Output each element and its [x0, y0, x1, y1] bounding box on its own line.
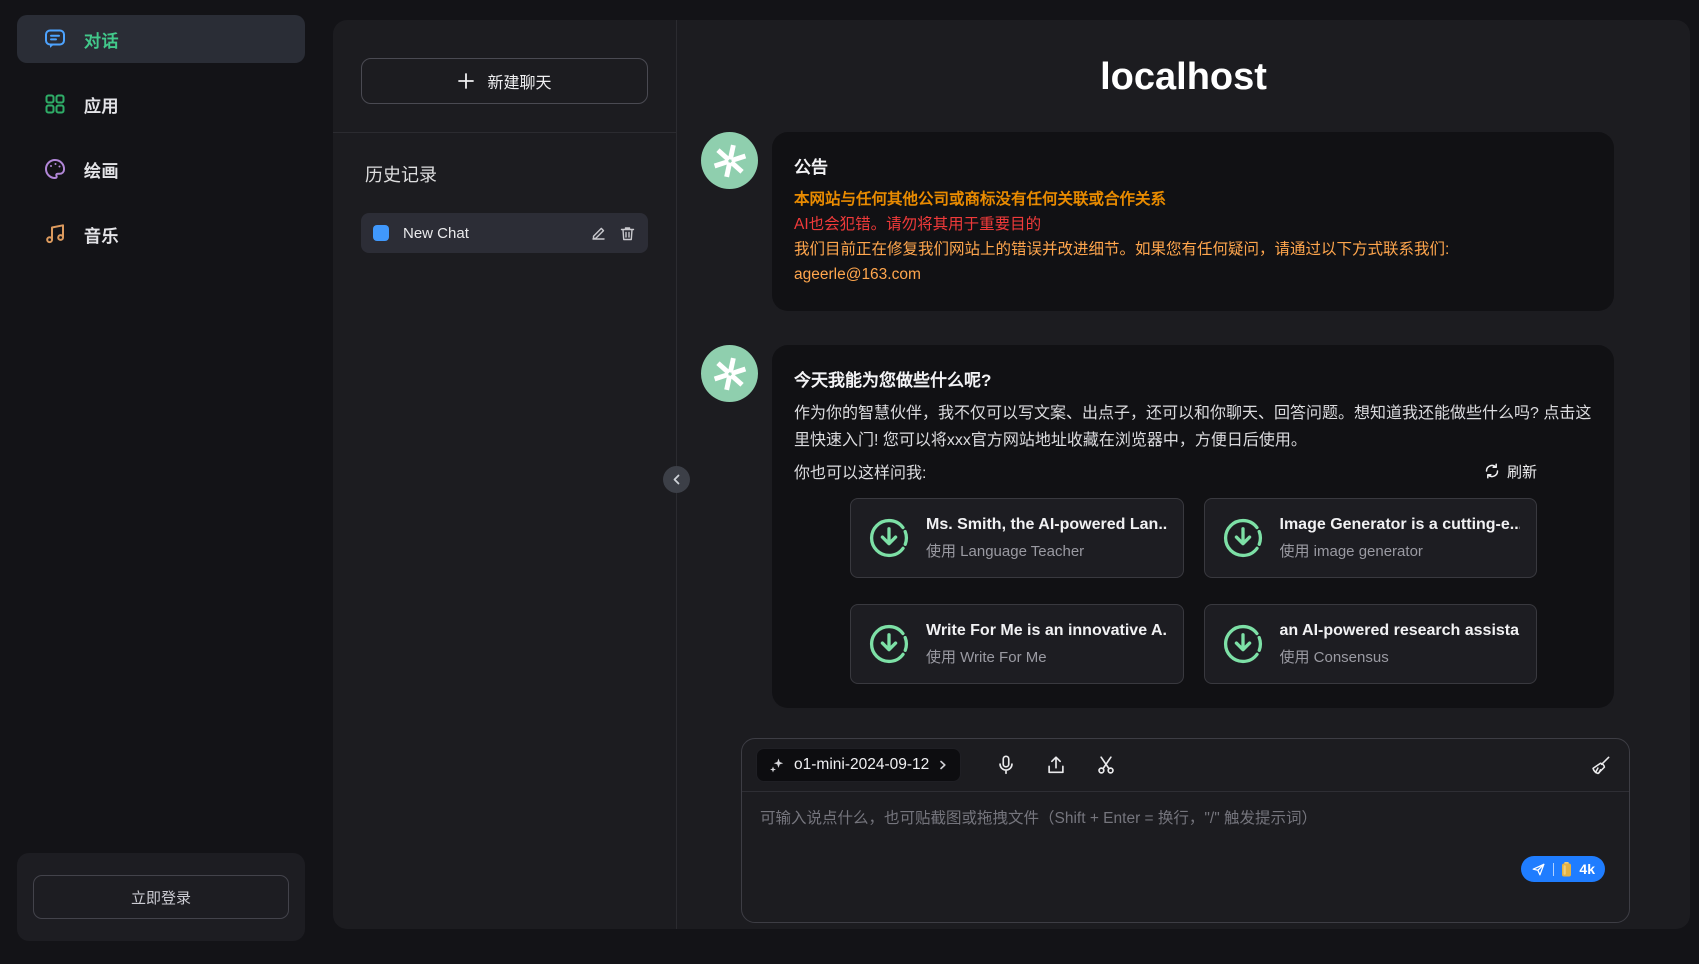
chat-bubble-icon [43, 27, 67, 51]
suggestion-title: Ms. Smith, the AI-powered Lan... [926, 516, 1167, 534]
refresh-suggestions-button[interactable]: 刷新 [1484, 461, 1537, 482]
history-title: 历史记录 [361, 161, 648, 187]
edit-icon[interactable] [590, 225, 607, 242]
message-input[interactable] [760, 806, 1611, 866]
app-window: 对话 应用 绘画 [0, 0, 1699, 964]
token-badge: 4k [1579, 861, 1595, 877]
screenshot-button[interactable] [1091, 750, 1121, 780]
suggestion-title: Image Generator is a cutting-e... [1280, 516, 1521, 534]
announcement-line: 我们目前正在修复我们网站上的错误并改进细节。如果您有任何疑问，请通过以下方式联系… [794, 237, 1592, 262]
divider [333, 132, 676, 133]
model-selector[interactable]: o1-mini-2024-09-12 [756, 748, 961, 782]
voice-input-button[interactable] [991, 750, 1021, 780]
announcement-heading: 公告 [794, 153, 1592, 178]
suggestion-card[interactable]: Ms. Smith, the AI-powered Lan... 使用 Lang… [850, 498, 1184, 578]
suggestion-card[interactable]: Write For Me is an innovative A... 使用 Wr… [850, 604, 1184, 684]
sidebar-item-music[interactable]: 音乐 [17, 210, 305, 258]
assistant-message: 公告 本网站与任何其他公司或商标没有任何关联或合作关系 AI也会犯错。请勿将其用… [701, 132, 1614, 311]
apps-grid-icon [43, 92, 67, 116]
assistant-message: 今天我能为您做些什么呢? 作为你的智慧伙伴，我不仅可以写文案、出点子，还可以和你… [701, 345, 1614, 708]
suggestion-title: Write For Me is an innovative A... [926, 622, 1167, 640]
circle-arrow-down-icon [1221, 622, 1265, 666]
history-panel: 新建聊天 历史记录 New Chat [333, 20, 677, 929]
suggestion-subtitle: 使用 Consensus [1280, 646, 1521, 667]
chat-list-item[interactable]: New Chat [361, 213, 648, 253]
send-button[interactable]: 4k [1521, 856, 1605, 882]
scissors-icon [1095, 754, 1117, 776]
divider [1553, 863, 1554, 876]
paper-plane-icon [1531, 862, 1546, 877]
message-bubble: 公告 本网站与任何其他公司或商标没有任何关联或合作关系 AI也会犯错。请勿将其用… [772, 132, 1614, 311]
delete-icon[interactable] [619, 225, 636, 242]
sidebar-item-drawing[interactable]: 绘画 [17, 145, 305, 193]
composer-toolbar: o1-mini-2024-09-12 [742, 739, 1629, 792]
chat-color-icon [373, 225, 389, 241]
suggestion-subtitle: 使用 Language Teacher [926, 540, 1167, 561]
microphone-icon [995, 754, 1017, 776]
sidebar-item-apps[interactable]: 应用 [17, 80, 305, 128]
plus-icon [457, 72, 475, 90]
openai-logo-icon [701, 132, 758, 189]
sidebar-item-label: 绘画 [84, 157, 119, 182]
battery-icon [1561, 862, 1572, 877]
refresh-label: 刷新 [1507, 461, 1537, 482]
suggestion-subtitle: 使用 Write For Me [926, 646, 1167, 667]
suggestion-card[interactable]: an AI-powered research assista... 使用 Con… [1204, 604, 1538, 684]
sidebar-item-label: 应用 [84, 92, 119, 117]
main-panel: localhost [677, 20, 1690, 929]
message-list: 公告 本网站与任何其他公司或商标没有任何关联或合作关系 AI也会犯错。请勿将其用… [677, 132, 1690, 708]
collapse-panel-button[interactable] [663, 466, 690, 493]
prompt-hint: 你也可以这样问我: [794, 459, 926, 483]
model-label: o1-mini-2024-09-12 [794, 756, 929, 774]
content-shell: 新建聊天 历史记录 New Chat [333, 20, 1690, 929]
new-chat-button[interactable]: 新建聊天 [361, 58, 648, 104]
welcome-body: 作为你的智慧伙伴，我不仅可以写文案、出点子，还可以和你聊天、回答问题。想知道我还… [794, 400, 1592, 454]
new-chat-label: 新建聊天 [487, 69, 551, 93]
composer: o1-mini-2024-09-12 [741, 738, 1630, 923]
circle-arrow-down-icon [867, 622, 911, 666]
announcement-line: 本网站与任何其他公司或商标没有任何关联或合作关系 [794, 187, 1592, 212]
login-card: 立即登录 [17, 853, 305, 941]
refresh-icon [1484, 463, 1500, 479]
palette-icon [43, 157, 67, 181]
upload-icon [1045, 754, 1067, 776]
suggestion-title: an AI-powered research assista... [1280, 622, 1521, 640]
chat-name: New Chat [403, 225, 578, 242]
welcome-heading: 今天我能为您做些什么呢? [794, 366, 1592, 391]
upload-file-button[interactable] [1041, 750, 1071, 780]
sidebar-item-label: 对话 [84, 27, 119, 52]
message-bubble: 今天我能为您做些什么呢? 作为你的智慧伙伴，我不仅可以写文案、出点子，还可以和你… [772, 345, 1614, 708]
announcement-line: AI也会犯错。请勿将其用于重要目的 [794, 212, 1592, 237]
clear-context-button[interactable] [1585, 750, 1615, 780]
sidebar-item-chat[interactable]: 对话 [17, 15, 305, 63]
page-title: localhost [677, 56, 1690, 99]
suggestion-cards: Ms. Smith, the AI-powered Lan... 使用 Lang… [850, 498, 1537, 684]
chevron-right-icon [938, 760, 948, 770]
suggestion-card[interactable]: Image Generator is a cutting-e... 使用 ima… [1204, 498, 1538, 578]
broom-icon [1589, 754, 1612, 777]
contact-email-link[interactable]: ageerle@163.com [794, 266, 921, 283]
music-note-icon [43, 222, 67, 246]
sparkles-icon [769, 757, 785, 773]
sidebar: 对话 应用 绘画 [0, 0, 333, 964]
suggestion-subtitle: 使用 image generator [1280, 540, 1521, 561]
chevron-left-icon [671, 474, 682, 485]
login-button[interactable]: 立即登录 [33, 875, 289, 919]
circle-arrow-down-icon [1221, 516, 1265, 560]
circle-arrow-down-icon [867, 516, 911, 560]
sidebar-item-label: 音乐 [84, 222, 119, 247]
openai-logo-icon [701, 345, 758, 402]
composer-input-area: 4k [742, 792, 1629, 922]
